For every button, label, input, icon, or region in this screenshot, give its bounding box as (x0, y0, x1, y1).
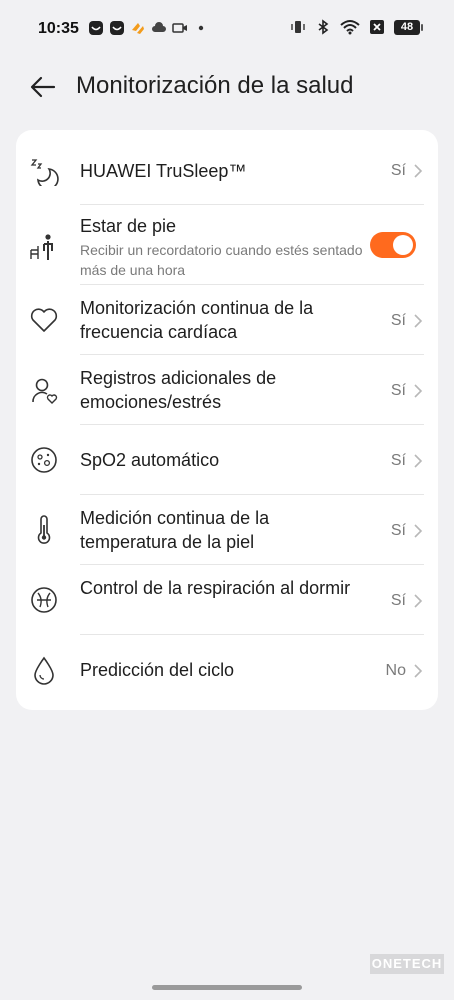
home-indicator[interactable] (152, 985, 302, 990)
chevron-right-icon (414, 384, 423, 398)
spo2-icon (31, 447, 57, 473)
chevron-right-icon (414, 664, 423, 678)
setting-title: Control de la respiración al dormir (80, 578, 351, 598)
setting-spo2[interactable]: SpO2 automático Sí (16, 425, 438, 495)
setting-sleep-breathing[interactable]: Control de la respiración al dormir Sí (16, 565, 438, 635)
setting-value: Sí (390, 522, 406, 539)
drop-icon (34, 656, 54, 685)
orange-app-icon (132, 23, 144, 34)
setting-title: SpO2 automático (80, 450, 220, 470)
thermometer-icon (37, 515, 51, 544)
no-signal-icon (370, 20, 384, 34)
page-title: Monitorización de la salud (76, 72, 354, 99)
setting-title: Estar de pie (80, 216, 177, 236)
setting-title: Predicción del ciclo (80, 660, 235, 680)
setting-value: No (385, 662, 406, 679)
vibrate-icon (291, 21, 305, 33)
setting-title: Medición continua de la temperatura de l… (80, 508, 270, 552)
setting-heart-rate[interactable]: Monitorización continua de la frecuencia… (16, 285, 438, 355)
standing-person-icon (30, 234, 53, 260)
wifi-icon (340, 20, 360, 35)
setting-emotions-stress[interactable]: Registros adicionales de emociones/estré… (16, 355, 438, 425)
status-time: 10:35 (38, 20, 79, 37)
setting-skin-temperature[interactable]: Medición continua de la temperatura de l… (16, 495, 438, 565)
setting-title: HUAWEI TruSleep™ (80, 161, 247, 181)
sleep-moon-icon (30, 159, 59, 186)
setting-value: Sí (390, 312, 406, 329)
bluetooth-icon (318, 19, 329, 35)
setting-cycle-prediction[interactable]: Predicción del ciclo No (16, 635, 438, 705)
notification-icons (88, 20, 209, 36)
battery-icon: 48 (394, 19, 423, 35)
setting-value: Sí (390, 162, 406, 179)
emotion-person-icon (32, 378, 58, 404)
chevron-right-icon (414, 164, 423, 178)
status-bar: 10:35 48 (0, 0, 454, 58)
dot-icon (198, 25, 204, 31)
back-arrow-icon[interactable] (28, 72, 58, 102)
chevron-right-icon (414, 524, 423, 538)
settings-card: HUAWEI TruSleep™ Sí Estar de pie Recibir… (16, 130, 438, 710)
setting-value: Sí (390, 592, 406, 609)
chevron-right-icon (414, 454, 423, 468)
toggle-knob (393, 235, 413, 255)
standing-reminder-toggle[interactable] (370, 232, 416, 258)
setting-title: Registros adicionales de emociones/estré… (80, 368, 277, 412)
setting-value: Sí (390, 452, 406, 469)
setting-value: Sí (390, 382, 406, 399)
chevron-right-icon (414, 314, 423, 328)
heart-icon (30, 308, 58, 332)
app-notification-icon (89, 21, 103, 35)
video-icon (172, 23, 187, 33)
breathing-icon (31, 587, 57, 613)
setting-subtitle: Recibir un recordatorio cuando estés sen… (80, 242, 363, 278)
chevron-right-icon (414, 594, 423, 608)
cloud-icon (152, 22, 166, 32)
setting-title: Monitorización continua de la frecuencia… (80, 298, 314, 342)
setting-standing-reminder[interactable]: Estar de pie Recibir un recordatorio cua… (16, 205, 438, 285)
watermark: ONETECH (370, 954, 444, 974)
setting-trusleep[interactable]: HUAWEI TruSleep™ Sí (16, 138, 438, 204)
header: Monitorización de la salud (0, 62, 454, 110)
system-icons: 48 (290, 19, 423, 35)
app-notification-icon (110, 21, 124, 35)
